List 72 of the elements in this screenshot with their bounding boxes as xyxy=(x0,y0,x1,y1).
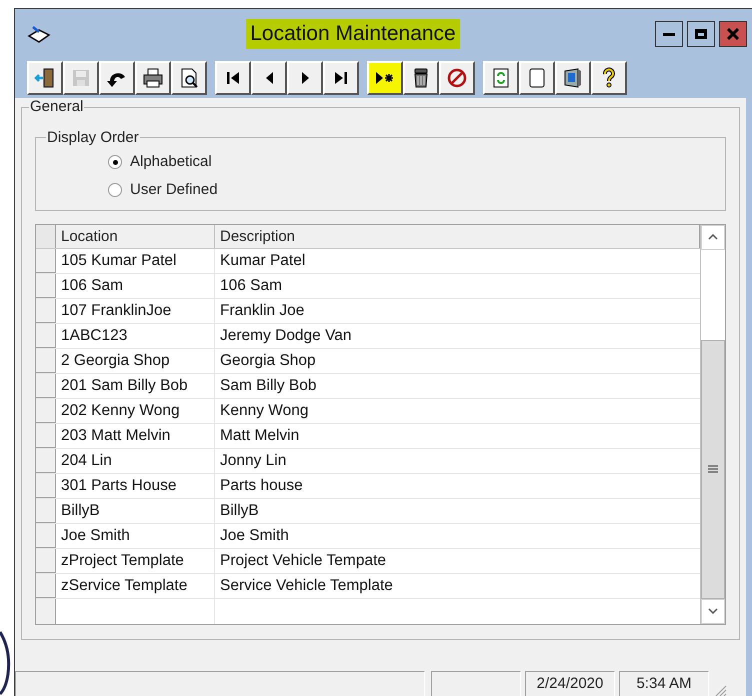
circle-mark xyxy=(0,630,12,696)
app-icon xyxy=(27,24,51,44)
table-cell-text: Sam Billy Bob xyxy=(219,376,318,396)
right-triangle-icon xyxy=(302,72,308,84)
toolbar-button[interactable] xyxy=(483,61,519,95)
table-cell-text: Parts house xyxy=(219,476,304,496)
table-cell-text: Kenny Wong xyxy=(219,400,310,420)
toolbar-button[interactable] xyxy=(403,61,439,95)
toolbar-button[interactable] xyxy=(367,61,403,95)
table-cell: 301 Parts House xyxy=(56,474,215,498)
table-cell-text: Service Vehicle Template xyxy=(219,576,394,596)
toolbar-button[interactable] xyxy=(323,61,359,95)
table-cell: zService Template xyxy=(56,574,215,598)
table-cell-text: BillyB xyxy=(219,500,260,520)
toolbar-button[interactable] xyxy=(215,61,251,95)
table-cell-text: Jonny Lin xyxy=(219,450,288,470)
monitor-icon xyxy=(562,67,584,89)
printer-icon xyxy=(142,67,164,89)
table-cell: 1ABC123 xyxy=(56,324,215,348)
table-cell: zProject Template xyxy=(56,548,215,572)
table-cell-text: Matt Melvin xyxy=(219,426,300,446)
table-cell: BillyB xyxy=(56,498,215,522)
group-label: Display Order xyxy=(46,128,140,148)
table-cell-text: Joe Smith xyxy=(219,526,290,546)
door-arrow-icon xyxy=(34,67,56,89)
window-title: Location Maintenance xyxy=(246,19,460,49)
table-cell: 202 Kenny Wong xyxy=(56,398,215,422)
table-cell-text: Project Vehicle Tempate xyxy=(219,550,388,570)
grip-icon xyxy=(708,465,718,473)
table-cell: Joe Smith xyxy=(56,524,215,548)
toolbar-button[interactable] xyxy=(439,61,475,95)
column-header[interactable]: Location xyxy=(56,224,215,248)
toolbar-button[interactable] xyxy=(591,61,627,95)
scrollbar-thumb[interactable] xyxy=(701,340,725,598)
table-cell-text: Georgia Shop xyxy=(219,350,317,370)
table-cell: 105 Kumar Patel xyxy=(56,248,215,272)
toolbar-button[interactable] xyxy=(555,61,591,95)
radio-button[interactable] xyxy=(108,155,122,169)
no-sign-icon xyxy=(446,67,468,89)
toolbar-button[interactable] xyxy=(171,61,207,95)
chevron-up-icon xyxy=(708,234,718,240)
toolbar-button[interactable] xyxy=(251,61,287,95)
toolbar-button[interactable] xyxy=(99,61,135,95)
toolbar-button[interactable] xyxy=(287,61,323,95)
table-cell-text: Franklin Joe xyxy=(219,300,306,320)
radio-option[interactable]: Alphabetical xyxy=(108,151,725,173)
table-cell: 204 Lin xyxy=(56,448,215,472)
left-triangle-icon xyxy=(266,72,272,84)
resize-grip-icon xyxy=(713,683,727,696)
maximize-button[interactable] xyxy=(687,21,715,47)
minimize-button[interactable] xyxy=(655,21,683,47)
table-cell-text: Kumar Patel xyxy=(219,250,306,270)
radio-button[interactable] xyxy=(108,183,122,197)
radio-option[interactable]: User Defined xyxy=(108,179,725,201)
chevron-down-icon xyxy=(708,608,718,614)
group-label: General xyxy=(29,97,84,117)
close-icon xyxy=(727,28,739,40)
table-cell: 201 Sam Billy Bob xyxy=(56,374,215,398)
table-cell: 203 Matt Melvin xyxy=(56,424,215,448)
close-button[interactable] xyxy=(719,21,747,47)
toolbar-button[interactable] xyxy=(519,61,555,95)
table-cell: 106 Sam xyxy=(56,274,215,298)
table-cell: 2 Georgia Shop xyxy=(56,348,215,372)
toolbar-button[interactable] xyxy=(135,61,171,95)
toolbar-button[interactable] xyxy=(27,61,63,95)
table-cell-text: Jeremy Dodge Van xyxy=(219,326,353,346)
status-date: 2/24/2020 xyxy=(525,671,615,696)
table-cell-text: 106 Sam xyxy=(219,276,284,296)
scroll-up-button[interactable] xyxy=(701,224,725,250)
status-time: 5:34 AM xyxy=(619,671,709,696)
scroll-down-button[interactable] xyxy=(701,598,725,624)
table-cell: 107 FranklinJoe xyxy=(56,298,215,322)
